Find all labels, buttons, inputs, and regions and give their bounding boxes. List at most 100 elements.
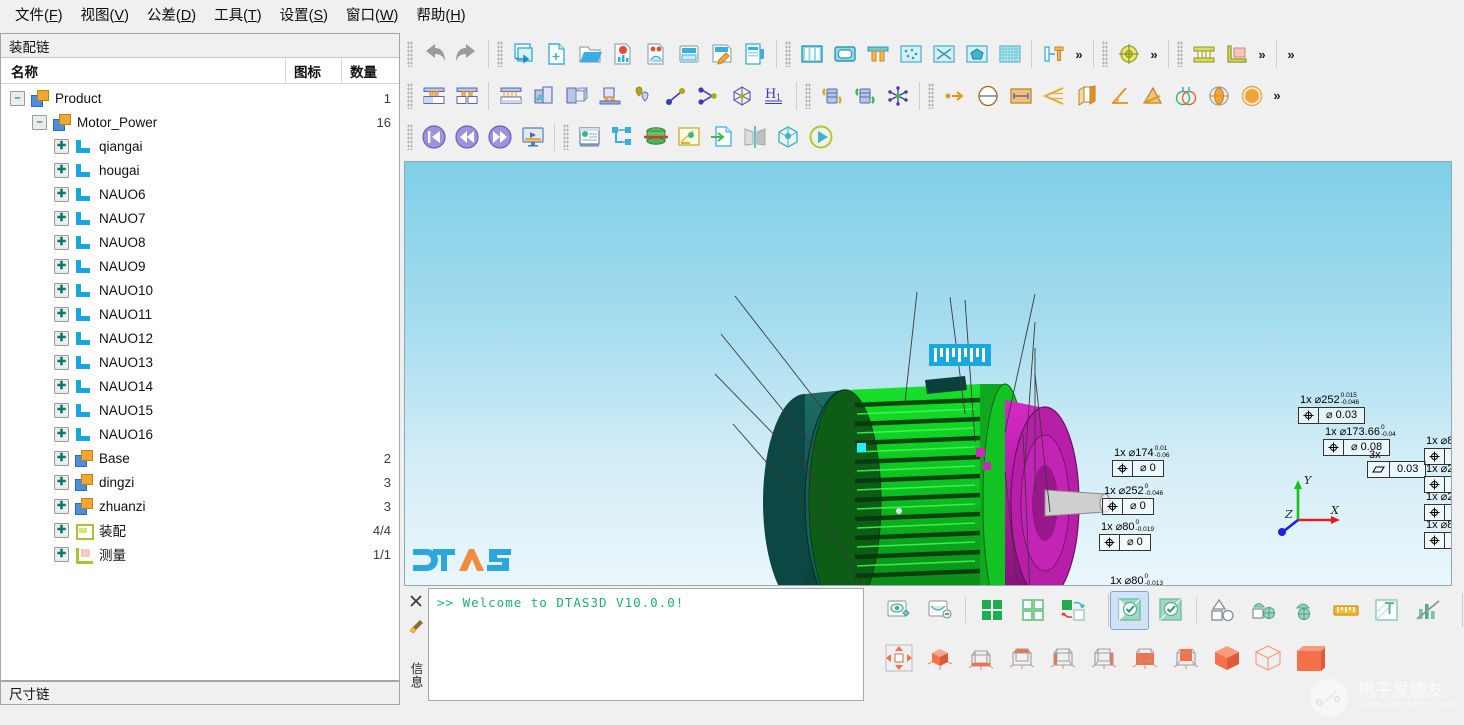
cube-open-icon[interactable]	[528, 80, 559, 111]
new-document-icon[interactable]	[541, 39, 572, 70]
parallel-plane-icon[interactable]	[1071, 80, 1102, 111]
check-tile-active-icon[interactable]	[1110, 590, 1149, 630]
collapse-toggle-icon[interactable]: –	[10, 90, 25, 106]
gdt-callout[interactable]: 1x ⌀800-0.035 ⌀ 0	[1424, 518, 1451, 549]
console-tab-label[interactable]: 信息	[407, 662, 426, 689]
tree-row[interactable]: – Product 1	[1, 86, 399, 110]
3d-viewport[interactable]: 1x ⌀252 0.015 -0.046 ⌀ 0.03 1x ⌀173.66 0 -0.04…	[404, 161, 1452, 586]
toolbar-grip[interactable]	[805, 82, 811, 109]
shapes-combine-icon[interactable]	[1245, 592, 1282, 629]
crosshair-target-icon[interactable]	[1113, 39, 1144, 70]
star-node-icon[interactable]	[882, 80, 913, 111]
toolbar-grip[interactable]	[497, 41, 503, 67]
angularity-icon[interactable]	[1104, 80, 1135, 111]
grid-filled-icon[interactable]	[973, 592, 1010, 629]
top-view-icon[interactable]	[1003, 640, 1040, 677]
expand-toggle-icon[interactable]: ✚	[54, 402, 69, 418]
mirror-icon[interactable]	[739, 121, 770, 152]
expand-toggle-icon[interactable]: ✚	[54, 450, 69, 466]
point-cloud-icon[interactable]	[895, 39, 926, 70]
shaded-icon[interactable]	[1208, 640, 1245, 677]
crossed-lines-icon[interactable]	[928, 39, 959, 70]
expand-toggle-icon[interactable]: ✚	[54, 234, 69, 250]
mesh-grid-icon[interactable]	[994, 39, 1025, 70]
toolbar-grip[interactable]	[928, 82, 934, 109]
angle-nodes-icon[interactable]	[693, 80, 724, 111]
expand-toggle-icon[interactable]: ✚	[54, 282, 69, 298]
collapse-toggle-icon[interactable]: –	[32, 114, 47, 130]
tree-row[interactable]: ✚ 测量 1/1	[1, 542, 399, 566]
assembly-yellow-icon[interactable]	[1188, 39, 1219, 70]
fixture-base-icon[interactable]	[594, 80, 625, 111]
show-hide-eye-icon[interactable]	[880, 592, 917, 629]
stack-down-icon[interactable]	[451, 80, 482, 111]
menu-item-tools[interactable]: 工具(T)	[205, 0, 271, 29]
expand-toggle-icon[interactable]: ✚	[54, 426, 69, 442]
rotate-cyl-green-icon[interactable]	[849, 80, 880, 111]
cylinder-cut-icon[interactable]	[640, 121, 671, 152]
tree-row[interactable]: ✚ NAUO15	[1, 398, 399, 422]
rewind-icon[interactable]	[451, 121, 482, 152]
toolbar-overflow-4[interactable]: »	[1282, 41, 1300, 67]
tree-row[interactable]: – Motor_Power 16	[1, 110, 399, 134]
import-model-icon[interactable]	[508, 39, 539, 70]
expand-toggle-icon[interactable]: ✚	[54, 258, 69, 274]
gdt-callout[interactable]: 1x ⌀800.015-0⌀ 0.02	[1424, 434, 1451, 465]
toolbar-grip[interactable]	[407, 41, 413, 67]
tree-row[interactable]: ✚ NAUO7	[1, 206, 399, 230]
expand-toggle-icon[interactable]: ✚	[54, 522, 69, 538]
forward-icon[interactable]	[484, 121, 515, 152]
edit-document-icon[interactable]	[706, 39, 737, 70]
flatness-icon[interactable]	[1137, 80, 1168, 111]
stack-up-icon[interactable]	[418, 80, 449, 111]
concentric-icon[interactable]	[1170, 80, 1201, 111]
distance-icon[interactable]	[1005, 80, 1036, 111]
menu-item-settings[interactable]: 设置(S)	[271, 0, 337, 29]
toolbar-grip[interactable]	[1177, 41, 1183, 67]
expand-toggle-icon[interactable]: ✚	[54, 546, 69, 562]
tree-row[interactable]: ✚ NAUO8	[1, 230, 399, 254]
expand-toggle-icon[interactable]: ✚	[54, 378, 69, 394]
gdt-callout[interactable]: 1x ⌀2520-0.046⌀ 0.02	[1424, 462, 1451, 493]
menu-item-help[interactable]: 帮助(H)	[407, 0, 474, 29]
tree-row[interactable]: ✚ hougai	[1, 158, 399, 182]
tree-row[interactable]: ✚ NAUO16	[1, 422, 399, 446]
bottom-view-icon[interactable]	[962, 640, 999, 677]
analysis-document-icon[interactable]	[640, 39, 671, 70]
h1-datum-icon[interactable]: H1	[759, 80, 790, 111]
viewport-scrollbar-vertical[interactable]	[1452, 161, 1463, 586]
expand-toggle-icon[interactable]: ✚	[54, 306, 69, 322]
expand-toggle-icon[interactable]: ✚	[54, 162, 69, 178]
toolbar-overflow-3[interactable]: »	[1253, 41, 1271, 67]
fixture-icon[interactable]	[862, 39, 893, 70]
back-view-icon[interactable]	[1167, 640, 1204, 677]
swap-block-icon[interactable]	[1055, 592, 1092, 629]
rounded-frame-icon[interactable]	[829, 39, 860, 70]
tree-row[interactable]: ✚ NAUO11	[1, 302, 399, 326]
toolbar-overflow-2[interactable]: »	[1145, 41, 1163, 67]
shapes-sphere-icon[interactable]	[1286, 592, 1323, 629]
tree-row[interactable]: ✚ dingzi 3	[1, 470, 399, 494]
line-nodes-icon[interactable]	[660, 80, 691, 111]
expand-toggle-icon[interactable]: ✚	[54, 474, 69, 490]
play-circle-icon[interactable]	[805, 121, 836, 152]
tree-row[interactable]: ✚ NAUO13	[1, 350, 399, 374]
gdt-callout[interactable]: 3x 0.03	[1367, 449, 1427, 478]
grid-outline-icon[interactable]	[1014, 592, 1051, 629]
iso-view-icon[interactable]	[921, 640, 958, 677]
fit-all-icon[interactable]	[880, 640, 917, 677]
tree-row[interactable]: ✚ NAUO9	[1, 254, 399, 278]
console-output[interactable]: >> Welcome to DTAS3D V10.0.0!	[428, 588, 864, 701]
redo-icon[interactable]	[451, 39, 482, 70]
expand-toggle-icon[interactable]: ✚	[54, 210, 69, 226]
ruler-icon[interactable]	[1327, 592, 1364, 629]
monitor-play-icon[interactable]	[517, 121, 548, 152]
skip-first-icon[interactable]	[418, 121, 449, 152]
check-tile-icon[interactable]	[1152, 592, 1189, 629]
gdt-callout[interactable]: 1x ⌀174 0.01 -0.06 ⌀ 0	[1112, 445, 1169, 477]
arrow-point-icon[interactable]	[939, 80, 970, 111]
symmetry-icon[interactable]	[1203, 80, 1234, 111]
tree-row[interactable]: ✚ NAUO12	[1, 326, 399, 350]
expand-toggle-icon[interactable]: ✚	[54, 498, 69, 514]
hide-surface-icon[interactable]	[921, 592, 958, 629]
